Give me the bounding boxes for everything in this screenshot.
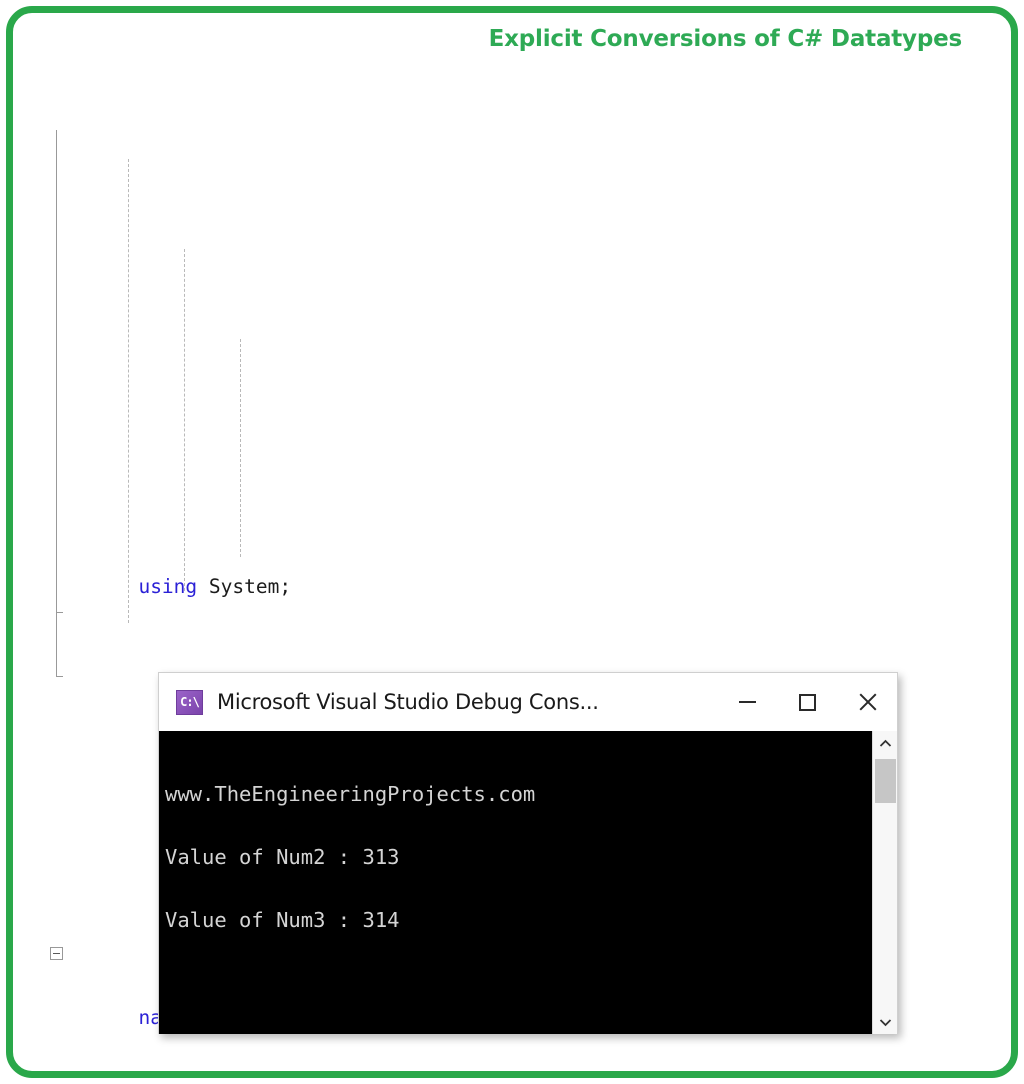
close-icon (857, 692, 877, 712)
screenshot-root: Explicit Conversions of C# Datatypes usi… (0, 0, 1024, 1084)
minimize-button[interactable] (717, 673, 777, 731)
console-output-area[interactable]: www.TheEngineeringProjects.com Value of … (159, 731, 897, 1034)
chevron-down-icon (879, 1018, 892, 1026)
minimize-icon (738, 701, 756, 703)
console-output-text: www.TheEngineeringProjects.com Value of … (165, 781, 536, 932)
token-system: System; (208, 575, 292, 599)
console-titlebar[interactable]: C:\ Microsoft Visual Studio Debug Cons..… (159, 673, 897, 731)
console-scrollbar[interactable] (872, 731, 897, 1034)
outline-tick-namespace (56, 676, 63, 677)
window-controls (717, 673, 897, 731)
scroll-up-icon[interactable] (873, 731, 897, 755)
token-keyword-using: using (138, 575, 198, 599)
fold-toggle-namespace[interactable] (50, 946, 63, 960)
maximize-button[interactable] (777, 673, 837, 731)
chevron-up-icon (879, 739, 892, 747)
console-window-title: Microsoft Visual Studio Debug Cons... (217, 690, 599, 714)
scroll-down-icon[interactable] (873, 1010, 897, 1034)
cmd-prompt-icon: C:\ (176, 689, 203, 715)
indent-guide-level3 (240, 339, 241, 557)
scrollbar-thumb[interactable] (875, 759, 896, 803)
close-button[interactable] (837, 673, 897, 731)
code-line-using: using System; (40, 540, 990, 598)
maximize-icon (798, 693, 816, 711)
debug-console-window[interactable]: C:\ Microsoft Visual Studio Debug Cons..… (158, 672, 898, 1034)
